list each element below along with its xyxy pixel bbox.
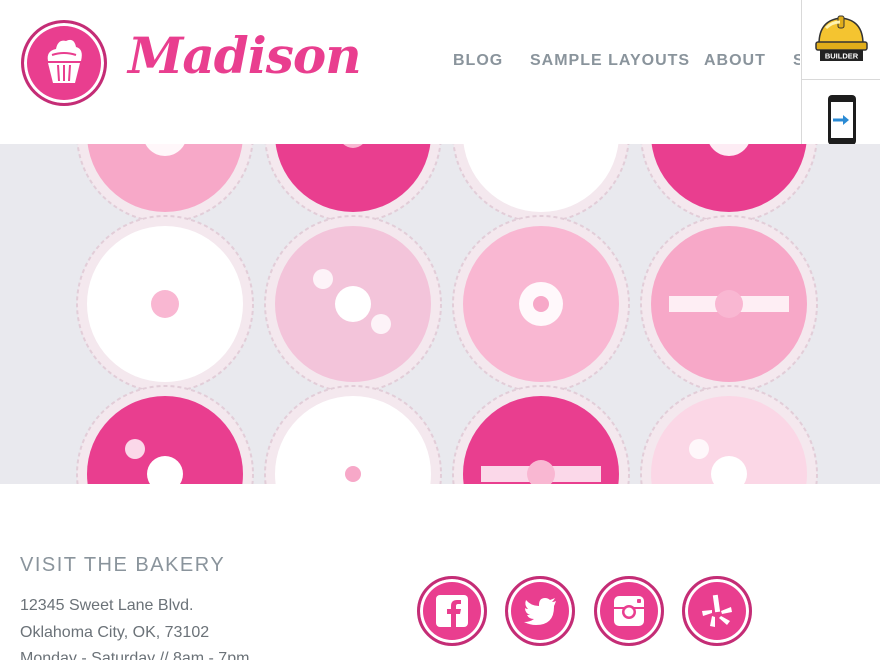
twitter-button[interactable] xyxy=(505,576,575,646)
instagram-button[interactable] xyxy=(594,576,664,646)
address-line-1: 12345 Sweet Lane Blvd. xyxy=(20,597,194,614)
site-header: Madison BLOG SAMPLE LAYOUTS ABOUT S xyxy=(0,0,880,144)
yelp-icon xyxy=(702,594,732,627)
yelp-button[interactable] xyxy=(682,576,752,646)
builder-hardhat-icon: BUILDER xyxy=(815,15,868,61)
facebook-icon xyxy=(436,595,468,627)
nav-item-sample-layouts[interactable]: SAMPLE LAYOUTS xyxy=(530,52,690,70)
nav-item-about[interactable]: ABOUT xyxy=(704,52,766,70)
visit-heading: VISIT THE BAKERY xyxy=(20,554,226,576)
business-hours: Monday - Saturday // 8am - 7pm xyxy=(20,650,250,660)
nav-item-blog[interactable]: BLOG xyxy=(453,52,503,70)
address-line-2: Oklahoma City, OK, 73102 xyxy=(20,624,210,641)
hero-cupcakes-image xyxy=(0,144,880,484)
main-nav: BLOG SAMPLE LAYOUTS ABOUT S xyxy=(0,52,800,76)
twitter-icon xyxy=(524,598,556,625)
builder-badge: BUILDER xyxy=(825,52,859,61)
facebook-button[interactable] xyxy=(417,576,487,646)
nav-item-truncated[interactable]: S xyxy=(793,52,800,70)
builder-button[interactable]: BUILDER xyxy=(802,0,880,80)
instagram-icon xyxy=(614,596,644,626)
builder-tool-panel: BUILDER xyxy=(801,0,880,160)
